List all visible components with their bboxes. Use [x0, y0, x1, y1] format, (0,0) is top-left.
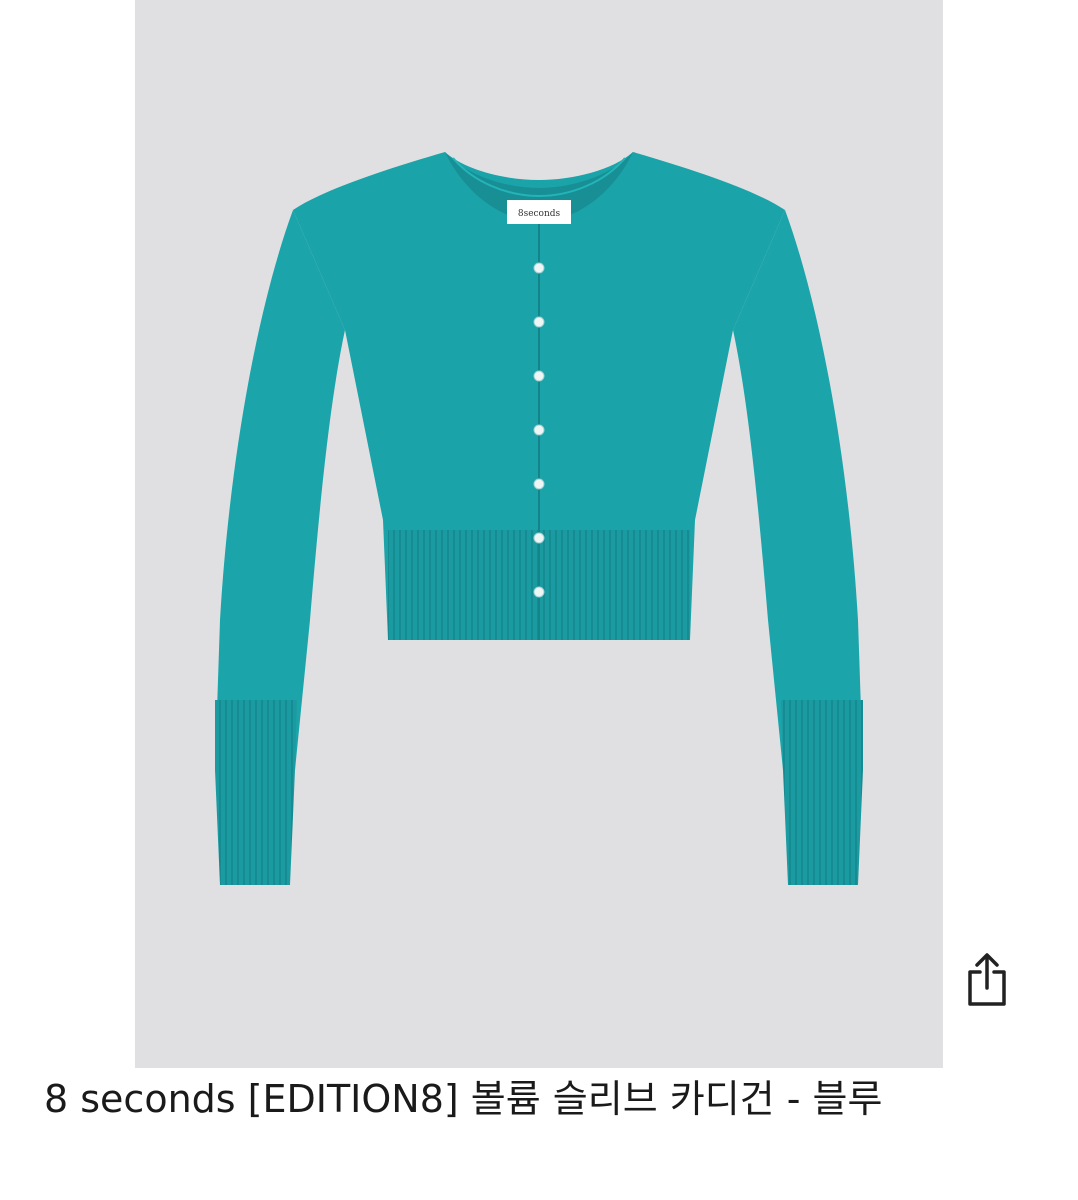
button-dot: [533, 478, 545, 490]
product-image: 8seconds: [135, 0, 943, 1068]
button-dot: [533, 262, 545, 274]
share-icon: [968, 953, 1006, 1006]
right-sleeve: [733, 210, 863, 770]
button-dot: [533, 316, 545, 328]
button-dot: [533, 586, 545, 598]
button-dot: [533, 424, 545, 436]
brand-label-text: 8seconds: [518, 209, 561, 219]
right-cuff: [781, 700, 863, 885]
product-title: 8 seconds [EDITION8] 볼륨 슬리브 카디건 - 블루: [44, 1077, 883, 1121]
left-sleeve: [215, 210, 345, 770]
left-cuff: [215, 700, 297, 885]
cardigan-illustration: 8seconds: [215, 152, 863, 885]
button-dot: [533, 370, 545, 382]
button-dot: [533, 532, 545, 544]
share-button[interactable]: [953, 940, 1021, 1020]
